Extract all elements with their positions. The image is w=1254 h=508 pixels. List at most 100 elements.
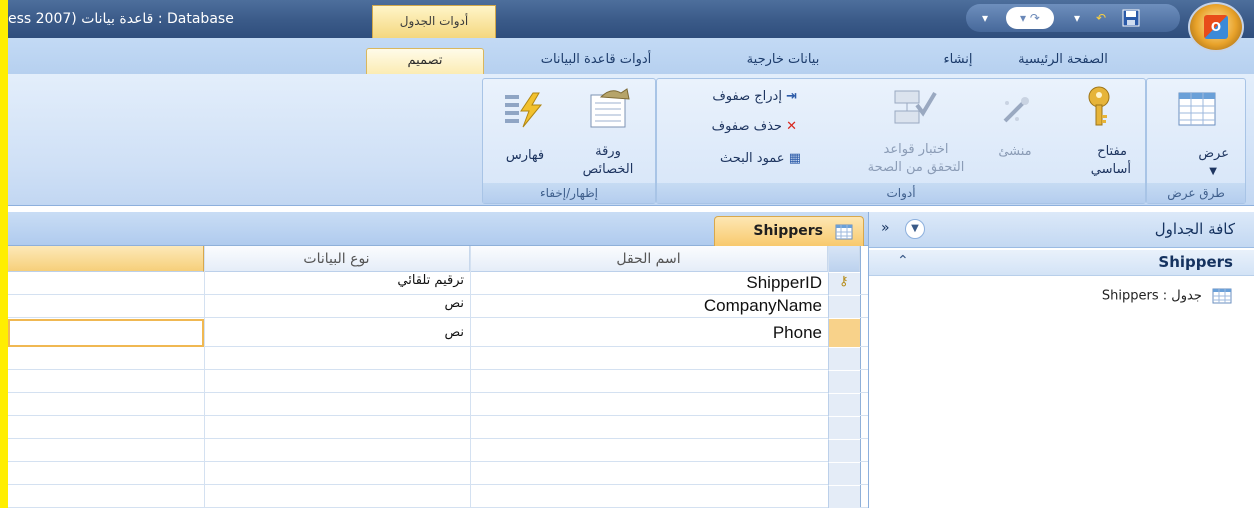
group-views-label: طرق عرض xyxy=(1147,183,1245,203)
empty-row[interactable] xyxy=(8,371,868,393)
empty-row[interactable] xyxy=(8,463,868,485)
field-name-cell[interactable]: Phone xyxy=(470,319,822,347)
ribbon: عرض ▼ طرق عرض مفتاح أساسي منشئ اختبار قو… xyxy=(8,74,1254,206)
row-selector-active[interactable] xyxy=(828,319,860,347)
document-tab-label: Shippers xyxy=(753,223,823,239)
select-all-corner[interactable] xyxy=(828,246,860,272)
collapse-group-icon[interactable]: ⌃ xyxy=(897,253,909,269)
delete-rows-icon: ✕ xyxy=(786,119,797,134)
property-sheet-label-1: ورقة xyxy=(595,144,621,159)
nav-group-label: Shippers xyxy=(1158,253,1233,271)
indexes-button[interactable]: فهارس xyxy=(489,83,561,181)
row-selector[interactable]: ⚷ xyxy=(828,273,860,295)
navigation-pane: كافة الجداول » ▼ Shippers ⌃ Shippers : ج… xyxy=(868,212,1254,508)
empty-row[interactable] xyxy=(8,486,868,508)
customize-qat-icon[interactable]: ▾ xyxy=(974,7,996,29)
left-yellow-edge xyxy=(0,0,8,508)
primary-key-label-2: أساسي xyxy=(1090,162,1131,177)
builder-button[interactable]: منشئ xyxy=(983,83,1047,181)
row-selector[interactable] xyxy=(828,296,860,318)
indexes-icon xyxy=(505,92,543,128)
data-type-cell[interactable]: نص xyxy=(204,319,464,347)
context-tab-table-tools: أدوات الجدول xyxy=(372,5,496,38)
table-row-active[interactable]: Phone نص xyxy=(8,319,868,347)
indexes-label: فهارس xyxy=(505,148,545,163)
delete-rows-button[interactable]: حذف صفوف ✕ xyxy=(679,117,797,137)
test-validation-label-1: اختبار قواعد xyxy=(883,142,949,157)
test-validation-button[interactable]: اختبار قواعد التحقق من الصحة xyxy=(853,83,979,181)
tab-home[interactable]: الصفحة الرئيسية xyxy=(998,48,1128,74)
empty-row[interactable] xyxy=(8,440,868,462)
lookup-icon: ▦ xyxy=(788,151,801,166)
primary-key-icon: ⚷ xyxy=(839,274,849,289)
test-validation-label-2: التحقق من الصحة xyxy=(867,160,965,175)
quick-access-toolbar: ▾ ▾ ↷ ▾ ↶ xyxy=(966,4,1180,32)
delete-rows-label: حذف صفوف xyxy=(711,119,782,134)
table-design-grid: نوع البيانات اسم الحقل ⚷ ShipperID ترقيم… xyxy=(8,246,868,508)
table-row[interactable]: CompanyName نص xyxy=(8,296,868,318)
row-selector[interactable] xyxy=(828,394,860,416)
builder-wand-icon xyxy=(1003,97,1029,123)
property-sheet-button[interactable]: ورقة الخصائص xyxy=(565,83,651,181)
field-name-cell[interactable]: ShipperID xyxy=(470,273,822,295)
save-icon[interactable] xyxy=(1120,7,1142,29)
table-icon xyxy=(1212,288,1232,304)
property-sheet-icon xyxy=(590,88,630,128)
shutter-bar-close-icon[interactable]: » xyxy=(881,220,890,236)
dropdown-arrow-icon[interactable]: ▾ xyxy=(1066,7,1088,29)
property-sheet-label-2: الخصائص xyxy=(582,162,634,177)
validation-icon xyxy=(894,90,937,124)
empty-row[interactable] xyxy=(8,348,868,370)
column-header-description[interactable] xyxy=(8,246,204,272)
ribbon-tab-strip: الصفحة الرئيسية إنشاء بيانات خارجية أدوا… xyxy=(8,38,1254,74)
row-selector[interactable] xyxy=(828,486,860,508)
group-show-hide: ورقة الخصائص فهارس إظهار/إخفاء xyxy=(482,78,656,204)
group-tools-label: أدوات xyxy=(657,183,1145,203)
insert-rows-icon: ⇥ xyxy=(786,89,797,104)
table-row[interactable]: ⚷ ShipperID ترقيم تلقائي xyxy=(8,273,868,295)
office-button[interactable]: O xyxy=(1188,2,1244,52)
tab-database-tools[interactable]: أدوات قاعدة البيانات xyxy=(520,48,672,74)
group-views: عرض ▼ طرق عرض xyxy=(1146,78,1246,204)
nav-group-shippers[interactable]: Shippers ⌃ xyxy=(869,250,1254,276)
empty-row[interactable] xyxy=(8,417,868,439)
builder-label: منشئ xyxy=(998,144,1032,159)
nav-item-shippers-table[interactable]: Shippers : جدول xyxy=(1102,288,1232,308)
row-selector[interactable] xyxy=(828,440,860,462)
insert-rows-button[interactable]: إدراج صفوف ⇥ xyxy=(679,87,797,107)
nav-pane-title[interactable]: كافة الجداول xyxy=(1155,220,1235,238)
row-selector[interactable] xyxy=(828,463,860,485)
data-type-cell[interactable]: ترقيم تلقائي xyxy=(204,273,464,295)
row-selector[interactable] xyxy=(828,371,860,393)
tab-external-data[interactable]: بيانات خارجية xyxy=(728,48,838,74)
redo-icon[interactable]: ▾ ↷ xyxy=(1006,7,1054,29)
title-bar: ess 2007) قاعدة بيانات : Database أدوات … xyxy=(8,0,1254,52)
table-view-icon xyxy=(1178,92,1216,126)
view-button-label: عرض xyxy=(1198,146,1229,161)
nav-item-label: Shippers : جدول xyxy=(1101,288,1202,304)
field-name-cell[interactable]: CompanyName xyxy=(470,296,822,318)
column-header-data-type[interactable]: نوع البيانات xyxy=(204,246,470,272)
office-button-icon: O xyxy=(1204,15,1228,39)
insert-rows-label: إدراج صفوف xyxy=(712,89,782,104)
tab-design[interactable]: تصميم xyxy=(366,48,484,74)
undo-icon[interactable]: ↶ xyxy=(1090,7,1112,29)
group-show-hide-label: إظهار/إخفاء xyxy=(483,183,655,203)
nav-pane-header[interactable]: كافة الجداول » ▼ xyxy=(869,212,1254,248)
lookup-column-button[interactable]: عمود البحث ▦ xyxy=(679,149,801,169)
window-title: ess 2007) قاعدة بيانات : Database xyxy=(8,11,234,27)
data-type-cell[interactable]: نص xyxy=(204,296,464,318)
document-tab-shippers[interactable]: Shippers xyxy=(714,216,864,246)
primary-key-button[interactable]: مفتاح أساسي xyxy=(1051,83,1141,181)
column-header-field-name[interactable]: اسم الحقل xyxy=(470,246,828,272)
row-selector[interactable] xyxy=(828,348,860,370)
row-selector[interactable] xyxy=(828,417,860,439)
view-button[interactable]: عرض ▼ xyxy=(1155,85,1239,181)
tab-create[interactable]: إنشاء xyxy=(928,48,988,74)
nav-menu-chevron-icon[interactable]: ▼ xyxy=(905,219,925,239)
table-icon xyxy=(835,224,853,240)
lookup-column-label: عمود البحث xyxy=(720,151,785,166)
primary-key-label-1: مفتاح xyxy=(1097,144,1127,159)
empty-row[interactable] xyxy=(8,394,868,416)
description-cell-focused[interactable] xyxy=(8,319,204,347)
